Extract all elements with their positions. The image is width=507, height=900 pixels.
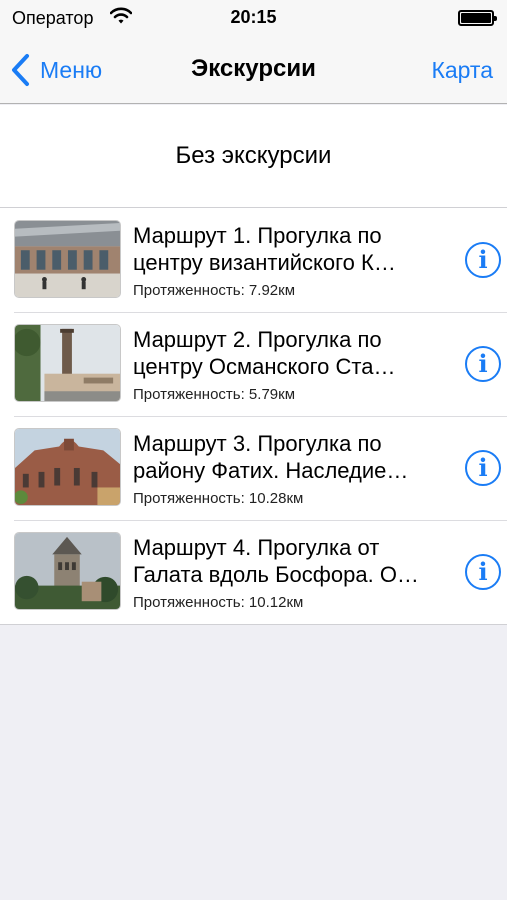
info-icon[interactable]: i bbox=[465, 346, 501, 382]
route-thumbnail bbox=[14, 428, 121, 506]
info-icon[interactable]: i bbox=[465, 242, 501, 278]
route-title: Маршрут 1. Прогулка по центру византийск… bbox=[133, 223, 396, 275]
route-length: Протяженность: 7.92км bbox=[133, 282, 296, 299]
route-title: Маршрут 3. Прогулка по району Фатих. Нас… bbox=[133, 431, 409, 483]
navigation-bar: Меню Экскурсии Карта bbox=[0, 36, 507, 104]
map-button[interactable]: Карта bbox=[431, 57, 493, 84]
route-row[interactable]: Маршрут 2. Прогулка по центру Османского… bbox=[0, 312, 507, 416]
info-icon[interactable]: i bbox=[465, 450, 501, 486]
route-thumbnail bbox=[14, 532, 121, 610]
route-row[interactable]: Маршрут 3. Прогулка по району Фатих. Нас… bbox=[0, 416, 507, 520]
route-length: Протяженность: 10.12км bbox=[133, 594, 304, 611]
no-tour-label: Без экскурсии bbox=[175, 142, 332, 169]
status-bar: Оператор 20:15 bbox=[0, 0, 507, 36]
route-length: Протяженность: 5.79км bbox=[133, 386, 296, 403]
back-button[interactable]: Меню bbox=[10, 50, 102, 90]
no-tour-cell[interactable]: Без экскурсии bbox=[0, 105, 507, 208]
route-thumbnail bbox=[14, 324, 121, 402]
battery-icon bbox=[458, 10, 497, 26]
route-title: Маршрут 4. Прогулка от Галата вдоль Босф… bbox=[133, 535, 419, 587]
route-length: Протяженность: 10.28км bbox=[133, 490, 304, 507]
route-thumbnail bbox=[14, 220, 121, 298]
route-row[interactable]: Маршрут 1. Прогулка по центру византийск… bbox=[0, 208, 507, 312]
info-icon[interactable]: i bbox=[465, 554, 501, 590]
chevron-left-icon bbox=[12, 54, 29, 86]
back-button-label: Меню bbox=[40, 56, 103, 83]
routes-list: Маршрут 1. Прогулка по центру византийск… bbox=[0, 208, 507, 625]
clock-label: 20:15 bbox=[230, 7, 277, 27]
route-title: Маршрут 2. Прогулка по центру Османского… bbox=[133, 327, 396, 379]
route-row[interactable]: Маршрут 4. Прогулка от Галата вдоль Босф… bbox=[0, 520, 507, 624]
